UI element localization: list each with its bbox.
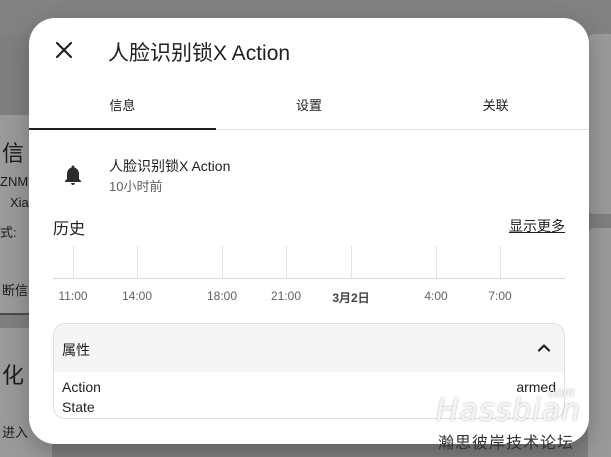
- background-text: Xia: [10, 195, 29, 210]
- background-text: 进入: [2, 425, 29, 440]
- timeline-gridline: [500, 246, 501, 278]
- background-text: ZNM: [0, 174, 29, 189]
- tab-info[interactable]: 信息: [29, 80, 216, 130]
- timeline-baseline: [53, 278, 565, 279]
- timeline-gridline: [351, 246, 352, 278]
- dialog-header: 人脸识别锁X Action: [29, 18, 589, 80]
- history-timeline[interactable]: 11:00 14:00 18:00 21:00 3月2日 4:00 7:00: [53, 246, 565, 306]
- tab-label: 信息: [109, 98, 136, 113]
- tab-label: 关联: [482, 98, 509, 113]
- tab-related[interactable]: 关联: [402, 80, 589, 129]
- timeline-tick-label: 7:00: [488, 289, 512, 303]
- attribute-key: State: [62, 399, 95, 415]
- attributes-header[interactable]: 属性: [54, 324, 564, 372]
- bell-icon: [65, 165, 81, 185]
- entity-name: 人脸识别锁X Action: [109, 158, 231, 174]
- timeline-tick-label: 3月2日: [332, 291, 370, 305]
- background-text: 信: [2, 141, 25, 166]
- timeline-gridline: [137, 246, 138, 278]
- attributes-title: 属性: [62, 342, 90, 358]
- close-icon: [55, 41, 73, 59]
- timeline-tick-label: 18:00: [206, 289, 238, 303]
- history-title: 历史: [53, 221, 86, 238]
- chevron-up-icon: [537, 344, 551, 352]
- timeline-tick-label: 4:00: [424, 289, 448, 303]
- background-text: 化: [2, 363, 25, 388]
- timeline-tick-label: 21:00: [270, 289, 302, 303]
- timeline-tick-label: 11:00: [58, 289, 88, 303]
- tab-label: 设置: [296, 98, 323, 113]
- entity-last-changed: 10小时前: [109, 179, 163, 194]
- tab-settings[interactable]: 设置: [216, 80, 403, 129]
- timeline-gridline: [222, 246, 223, 278]
- show-more-link[interactable]: 显示更多: [509, 216, 565, 236]
- background-card: [588, 34, 611, 214]
- close-button[interactable]: [51, 37, 77, 63]
- attribute-key: Action: [62, 379, 101, 395]
- background-text: 断信: [2, 283, 29, 298]
- background-text: 式:: [0, 225, 17, 240]
- watermark-caption: 瀚思彼岸技术论坛: [438, 435, 575, 452]
- timeline-gridline: [436, 246, 437, 278]
- timeline-gridline: [286, 246, 287, 278]
- timeline-gridline: [73, 246, 74, 278]
- timeline-tick-label: 14:00: [121, 289, 153, 303]
- history-header: 历史 显示更多: [53, 215, 565, 238]
- entity-row: 人脸识别锁X Action 10小时前: [53, 153, 565, 197]
- more-info-dialog: 人脸识别锁X Action 信息 设置 关联 人脸识别锁X Action 10小…: [29, 18, 589, 444]
- watermark-domain: com: [548, 384, 575, 400]
- background-card: [588, 228, 611, 457]
- dialog-tabs: 信息 设置 关联: [29, 80, 589, 130]
- dialog-title: 人脸识别锁X Action: [108, 42, 291, 65]
